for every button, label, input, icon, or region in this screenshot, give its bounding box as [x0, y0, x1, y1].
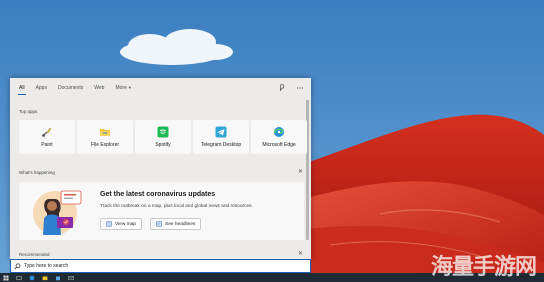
chevron-down-icon: ▼ — [127, 85, 132, 90]
search-input[interactable] — [24, 261, 294, 271]
start-icon[interactable] — [3, 275, 9, 281]
file-explorer-icon — [99, 126, 111, 138]
see-headlines-label: See headlines — [165, 221, 196, 227]
telegram-icon — [215, 126, 227, 138]
app-tile-paint[interactable]: Paint — [19, 120, 75, 154]
news-card[interactable]: Get the latest coronavirus updates Track… — [19, 182, 304, 240]
map-icon — [106, 221, 112, 227]
panel-tools — [277, 83, 305, 93]
close-icon[interactable]: ✕ — [298, 169, 303, 175]
store-taskbar-icon[interactable] — [55, 275, 61, 281]
paint-icon — [41, 126, 53, 138]
view-map-label: View map — [115, 221, 136, 227]
tab-apps[interactable]: Apps — [36, 78, 47, 98]
tab-all[interactable]: All — [18, 78, 26, 98]
app-tile-edge[interactable]: Microsoft Edge — [251, 120, 307, 154]
app-tile-file-explorer[interactable]: File Explorer — [77, 120, 133, 154]
tab-web[interactable]: Web — [94, 78, 104, 98]
tab-documents-label: Documents — [57, 85, 84, 91]
tab-documents[interactable]: Documents — [58, 78, 83, 98]
edge-taskbar-icon[interactable] — [29, 275, 35, 281]
app-label-telegram: Telegram Desktop — [200, 142, 242, 148]
search-box[interactable] — [10, 259, 311, 273]
tab-more-label: More — [115, 85, 127, 91]
see-headlines-button[interactable]: See headlines — [150, 218, 202, 230]
spotify-icon — [157, 126, 169, 138]
task-view-icon[interactable] — [16, 275, 22, 281]
app-tile-spotify[interactable]: Spotify — [135, 120, 191, 154]
coronavirus-illustration — [33, 185, 89, 237]
close-recommended-icon[interactable]: ✕ — [298, 251, 303, 257]
recommended-title: Recommended — [19, 252, 50, 257]
feedback-icon[interactable] — [277, 83, 287, 93]
view-map-button[interactable]: View map — [100, 218, 142, 230]
search-panel: All Apps Documents Web More▼ Top apps Pa… — [10, 78, 311, 260]
tab-web-label: Web — [94, 85, 105, 91]
mail-taskbar-icon[interactable] — [68, 275, 74, 281]
folder-taskbar-icon[interactable] — [42, 275, 48, 281]
watermark-text: 海量手游网 — [430, 255, 537, 280]
app-tile-telegram[interactable]: Telegram Desktop — [193, 120, 249, 154]
tab-more[interactable]: More▼ — [115, 78, 131, 98]
top-apps-title: Top apps — [19, 109, 38, 114]
search-icon — [14, 262, 21, 269]
app-label-paint: Paint — [41, 142, 53, 148]
more-options-icon[interactable] — [295, 83, 305, 93]
news-card-title: Get the latest coronavirus updates — [100, 191, 216, 198]
tab-apps-label: Apps — [35, 85, 47, 91]
app-label-spotify: Spotify — [155, 142, 171, 148]
whats-happening-title: What's happening — [19, 170, 55, 175]
app-label-edge: Microsoft Edge — [262, 142, 296, 148]
app-label-file-explorer: File Explorer — [90, 142, 120, 148]
tab-all-label: All — [19, 85, 25, 91]
edge-icon — [273, 126, 285, 138]
news-card-description: Track the outbreak on a map, plus local … — [100, 204, 253, 209]
news-icon — [156, 221, 162, 227]
top-apps-list: Paint File Explorer Spotify Telegram Des… — [19, 120, 307, 154]
search-tabs: All Apps Documents Web More▼ — [10, 78, 311, 98]
